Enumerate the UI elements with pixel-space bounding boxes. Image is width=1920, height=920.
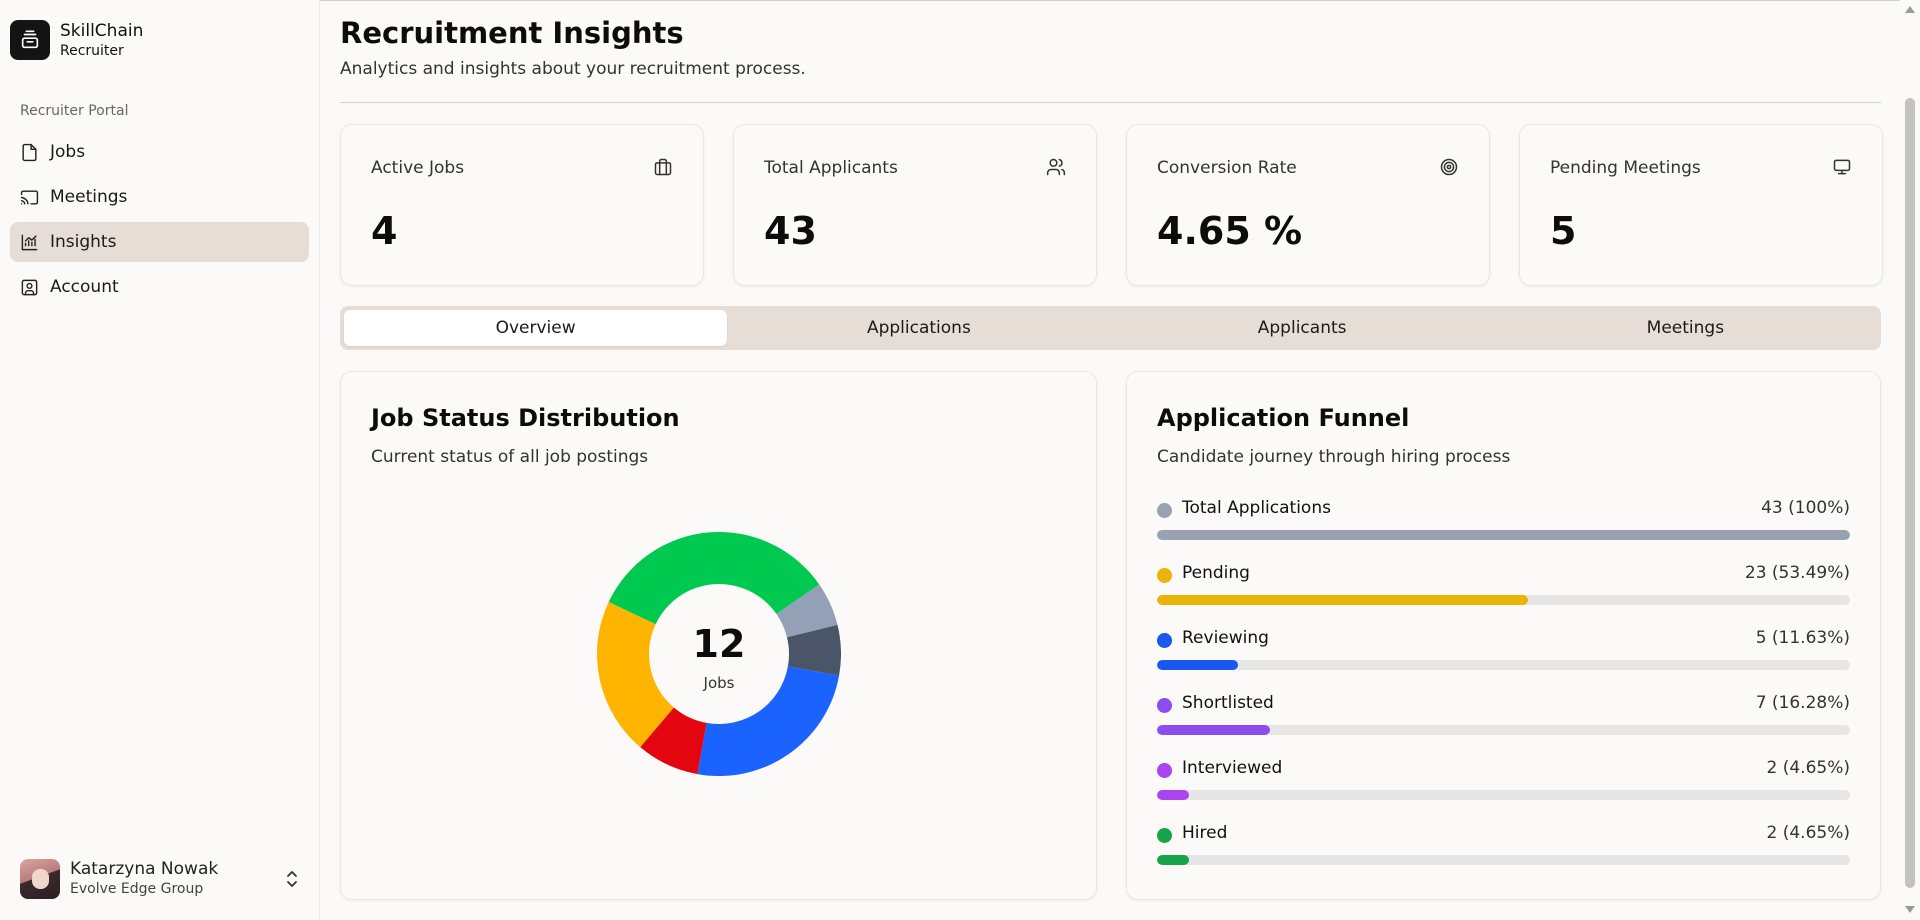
tab-applicants[interactable]: Applicants	[1111, 310, 1494, 346]
sidebar-item-label: Meetings	[50, 187, 128, 207]
status-dot	[1157, 568, 1172, 583]
sidebar-item-label: Insights	[50, 232, 117, 252]
sidebar: SkillChain Recruiter Recruiter Portal Jo…	[0, 0, 320, 920]
target-icon	[1440, 158, 1458, 176]
monitor-icon	[1833, 159, 1851, 175]
nav-group-label: Recruiter Portal	[20, 103, 129, 119]
funnel-value: 7 (16.28%)	[1755, 693, 1850, 713]
funnel-value: 2 (4.65%)	[1766, 758, 1851, 778]
application-funnel-panel: Application Funnel Candidate journey thr…	[1126, 371, 1881, 900]
sidebar-nav: Jobs Meetings Insights Account	[10, 132, 309, 312]
funnel-value: 23 (53.49%)	[1744, 563, 1850, 583]
stat-label: Active Jobs	[371, 158, 465, 178]
contact-icon	[21, 279, 38, 295]
progress-fill	[1157, 660, 1238, 670]
funnel-value: 2 (4.65%)	[1766, 823, 1851, 843]
funnel-row-interviewed: Interviewed 2 (4.65%)	[1157, 758, 1850, 823]
sidebar-item-meetings[interactable]: Meetings	[10, 177, 309, 217]
progress-track	[1157, 530, 1850, 540]
brand-subtitle: Recruiter	[60, 43, 124, 59]
progress-track	[1157, 855, 1850, 865]
sidebar-item-label: Account	[50, 277, 119, 297]
donut-center-label: Jobs	[703, 674, 735, 692]
user-org: Evolve Edge Group	[70, 881, 204, 897]
stat-card-pending-meetings: Pending Meetings 5	[1519, 124, 1883, 286]
panel-subtitle: Current status of all job postings	[371, 447, 649, 467]
sidebar-item-jobs[interactable]: Jobs	[10, 132, 309, 172]
brand[interactable]: SkillChain Recruiter	[10, 20, 143, 60]
page-subtitle: Analytics and insights about your recrui…	[340, 59, 806, 79]
stat-card-active-jobs: Active Jobs 4	[340, 124, 704, 286]
funnel-label: Reviewing	[1182, 628, 1269, 648]
divider	[340, 102, 1881, 103]
funnel-row-total-applications: Total Applications 43 (100%)	[1157, 498, 1850, 563]
status-dot	[1157, 763, 1172, 778]
funnel-row-shortlisted: Shortlisted 7 (16.28%)	[1157, 693, 1850, 758]
sidebar-item-insights[interactable]: Insights	[10, 222, 309, 262]
funnel-value: 43 (100%)	[1761, 498, 1850, 518]
funnel-value: 5 (11.63%)	[1755, 628, 1850, 648]
panel-title: Job Status Distribution	[371, 404, 680, 432]
status-dot	[1157, 633, 1172, 648]
insights-tabs: Overview Applications Applicants Meeting…	[340, 306, 1881, 350]
stat-label: Conversion Rate	[1157, 158, 1297, 178]
tab-applications[interactable]: Applications	[727, 310, 1110, 346]
funnel-list: Total Applications 43 (100%) Pending 23 …	[1157, 498, 1850, 888]
users-icon	[1046, 158, 1066, 176]
job-status-panel: Job Status Distribution Current status o…	[340, 371, 1097, 900]
progress-track	[1157, 660, 1850, 670]
panel-title: Application Funnel	[1157, 404, 1410, 432]
funnel-label: Interviewed	[1182, 758, 1283, 778]
donut-center-value: 12	[692, 622, 746, 666]
stat-value: 4	[371, 209, 398, 253]
tab-overview[interactable]: Overview	[344, 310, 728, 346]
funnel-label: Hired	[1182, 823, 1228, 843]
stat-label: Total Applicants	[764, 158, 898, 178]
funnel-label: Pending	[1182, 563, 1250, 583]
progress-fill	[1157, 790, 1190, 800]
briefcase-icon	[654, 158, 672, 176]
progress-fill	[1157, 855, 1190, 865]
stat-value: 4.65 %	[1157, 209, 1303, 253]
brand-name: SkillChain	[60, 21, 144, 41]
avatar	[20, 859, 60, 899]
scroll-thumb[interactable]	[1905, 98, 1915, 888]
chart-icon	[21, 234, 38, 250]
progress-track	[1157, 725, 1850, 735]
brand-logo-icon	[10, 20, 50, 60]
progress-fill	[1157, 530, 1850, 540]
stat-value: 5	[1550, 209, 1577, 253]
stat-card-total-applicants: Total Applicants 43	[733, 124, 1097, 286]
funnel-row-pending: Pending 23 (53.49%)	[1157, 563, 1850, 628]
progress-fill	[1157, 595, 1528, 605]
panel-subtitle: Candidate journey through hiring process	[1157, 447, 1511, 467]
scroll-down-arrow-icon[interactable]	[1905, 906, 1915, 913]
progress-fill	[1157, 725, 1270, 735]
funnel-row-reviewing: Reviewing 5 (11.63%)	[1157, 628, 1850, 693]
stat-label: Pending Meetings	[1550, 158, 1701, 178]
scroll-up-arrow-icon[interactable]	[1905, 6, 1915, 13]
funnel-label: Total Applications	[1182, 498, 1331, 518]
file-icon	[22, 143, 37, 161]
status-dot	[1157, 828, 1172, 843]
chevrons-up-down-icon	[287, 871, 297, 887]
progress-track	[1157, 595, 1850, 605]
progress-track	[1157, 790, 1850, 800]
sidebar-item-account[interactable]: Account	[10, 267, 309, 307]
stat-card-conversion-rate: Conversion Rate 4.65 %	[1126, 124, 1490, 286]
funnel-label: Shortlisted	[1182, 693, 1274, 713]
status-dot	[1157, 698, 1172, 713]
user-name: Katarzyna Nowak	[70, 859, 219, 879]
cast-icon	[20, 189, 39, 205]
page-title: Recruitment Insights	[340, 16, 684, 50]
donut-chart: 12 Jobs	[597, 532, 841, 776]
main-content: Recruitment Insights Analytics and insig…	[340, 0, 1883, 920]
status-dot	[1157, 503, 1172, 518]
stat-value: 43	[764, 209, 817, 253]
user-menu[interactable]: Katarzyna Nowak Evolve Edge Group	[20, 857, 300, 901]
funnel-row-hired: Hired 2 (4.65%)	[1157, 823, 1850, 888]
page-scrollbar[interactable]	[1900, 0, 1920, 920]
tab-meetings[interactable]: Meetings	[1494, 310, 1877, 346]
sidebar-item-label: Jobs	[50, 142, 86, 162]
